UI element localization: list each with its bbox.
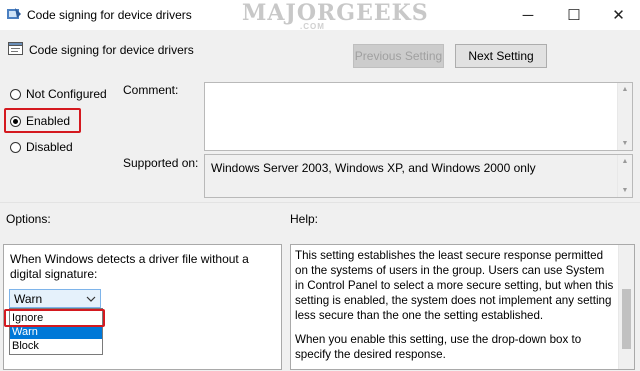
radio-disabled[interactable]: Disabled bbox=[10, 140, 73, 154]
supported-on-label: Supported on: bbox=[123, 156, 199, 170]
radio-enabled[interactable]: Enabled bbox=[10, 114, 70, 128]
setting-title: Code signing for device drivers bbox=[29, 43, 194, 57]
help-paragraph: When you enable this setting, use the dr… bbox=[295, 333, 582, 361]
majorgeeks-watermark-sub: .COM bbox=[300, 22, 325, 31]
scroll-down-icon[interactable]: ▼ bbox=[618, 139, 632, 148]
maximize-button[interactable]: ☐ bbox=[551, 0, 597, 30]
radio-label: Not Configured bbox=[26, 87, 107, 101]
comment-textbox[interactable]: ▲ ▼ bbox=[204, 82, 633, 151]
comment-label: Comment: bbox=[123, 83, 179, 97]
highlight-box bbox=[4, 309, 105, 327]
section-divider bbox=[0, 202, 640, 203]
radio-button[interactable] bbox=[10, 88, 21, 100]
dropdown-option-block[interactable]: Block bbox=[10, 339, 102, 353]
options-label: Options: bbox=[6, 212, 51, 226]
comment-scrollbar[interactable]: ▲ ▼ bbox=[617, 83, 632, 150]
radio-label: Disabled bbox=[26, 140, 73, 154]
majorgeeks-watermark: MAJORGEEKS bbox=[242, 0, 429, 26]
close-button[interactable]: ✕ bbox=[597, 0, 640, 30]
setting-icon bbox=[8, 42, 23, 55]
scroll-down-icon[interactable]: ▼ bbox=[618, 186, 632, 195]
radio-dot bbox=[13, 118, 18, 124]
dropdown-option-warn[interactable]: Warn bbox=[10, 325, 102, 339]
previous-setting-button[interactable]: Previous Setting bbox=[353, 44, 444, 68]
supported-on-value: Windows Server 2003, Windows XP, and Win… bbox=[211, 161, 536, 175]
previous-setting-label: Previous Setting bbox=[354, 49, 443, 63]
help-scrollbar[interactable] bbox=[618, 245, 634, 369]
supported-scrollbar[interactable]: ▲ ▼ bbox=[617, 155, 632, 197]
chevron-down-icon bbox=[86, 296, 96, 302]
options-description: When Windows detects a driver file witho… bbox=[10, 252, 249, 281]
help-text: This setting establishes the least secur… bbox=[295, 248, 615, 371]
policy-app-icon bbox=[7, 8, 21, 19]
help-label: Help: bbox=[290, 212, 319, 226]
response-dropdown[interactable]: Warn bbox=[9, 289, 101, 308]
radio-button[interactable] bbox=[10, 115, 21, 127]
supported-on-box: Windows Server 2003, Windows XP, and Win… bbox=[204, 154, 633, 198]
next-setting-button[interactable]: Next Setting bbox=[455, 44, 547, 68]
radio-button[interactable] bbox=[10, 141, 21, 153]
scroll-up-icon[interactable]: ▲ bbox=[618, 85, 632, 94]
radio-not-configured[interactable]: Not Configured bbox=[10, 87, 107, 101]
help-scroll-thumb[interactable] bbox=[622, 289, 631, 349]
next-setting-label: Next Setting bbox=[468, 49, 534, 63]
help-paragraph: This setting establishes the least secur… bbox=[295, 249, 614, 322]
radio-label: Enabled bbox=[26, 114, 71, 128]
dropdown-value: Warn bbox=[14, 291, 43, 306]
minimize-button[interactable]: ─ bbox=[505, 0, 551, 30]
window-title: Code signing for device drivers bbox=[27, 8, 192, 22]
scroll-up-icon[interactable]: ▲ bbox=[618, 157, 632, 166]
